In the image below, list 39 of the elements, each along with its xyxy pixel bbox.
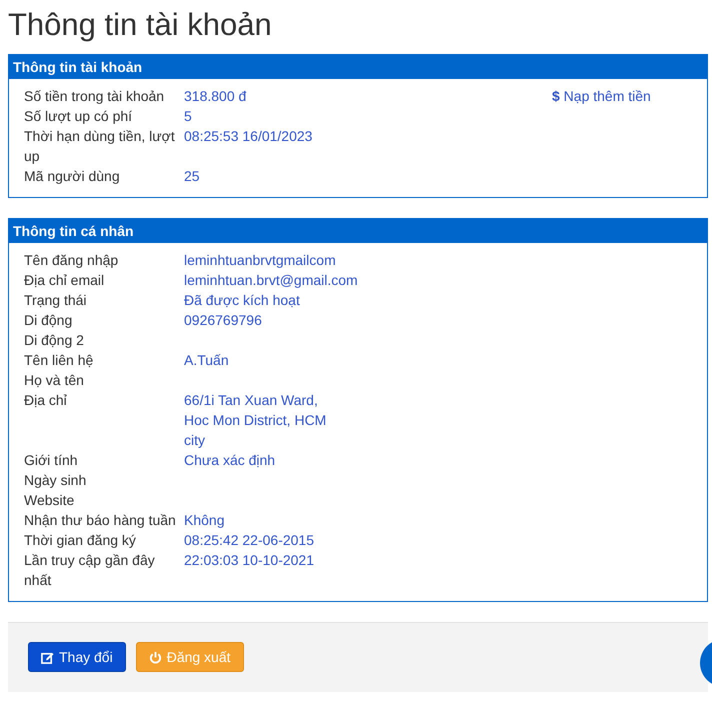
edit-icon [41,650,54,664]
field-value: Không [184,511,226,530]
field-label: Ngày sinh [24,471,88,490]
field-value: 0926769796 [184,311,263,330]
panel-header: Thông tin tài khoản [9,55,707,79]
field-label: Thời gian đăng ký [24,531,137,550]
field-value: A.Tuấn [184,351,230,370]
field-value: 08:25:53 16/01/2023 [184,127,312,146]
field-value: 66/1i Tan Xuan Ward, Hoc Mon District, HCM city [184,391,328,450]
field-label: Trạng thái [24,291,88,310]
field-label: Giới tính [24,451,79,470]
field-value: leminhtuanbrvtgmailcom [184,251,336,270]
field-label: Số tiền trong tài khoản [24,87,166,106]
field-label: Di động [24,311,74,330]
field-label: Lần truy cập gần đây nhất [24,551,156,590]
field-value: 22:03:03 10-10-2021 [184,551,315,570]
field-label: Tên liên hệ [24,351,94,370]
field-value: 08:25:42 22-06-2015 [184,531,315,550]
field-label: Website [24,491,76,510]
field-label: Nhận thư báo hàng tuần [24,511,177,530]
field-value: 25 [184,167,201,186]
field-value: 318.800 đ [184,87,248,106]
field-label: Số lượt up có phí [24,107,134,126]
field-label: Họ và tên [24,371,85,390]
field-value: leminhtuan.brvt@gmail.com [184,271,358,290]
field-label: Tên đăng nhập [24,251,120,270]
panel-header: Thông tin cá nhân [9,219,707,243]
field-label: Thời hạn dùng tiền, lượt up [24,127,176,166]
top-up-link[interactable]: $ Nạp thêm tiền [552,86,651,106]
field-label: Mã người dùng [24,167,121,186]
field-value: Đã được kích hoạt [184,291,301,310]
page-title: Thông tin tài khoản [8,6,273,44]
field-label: Địa chỉ [24,391,68,410]
edit-button[interactable]: Thay đổi [28,642,126,672]
field-value: 5 [184,107,193,126]
power-icon [148,650,162,664]
field-label: Di động 2 [24,331,85,350]
field-value: Chưa xác định [184,451,276,470]
field-label: Địa chỉ email [24,271,106,290]
